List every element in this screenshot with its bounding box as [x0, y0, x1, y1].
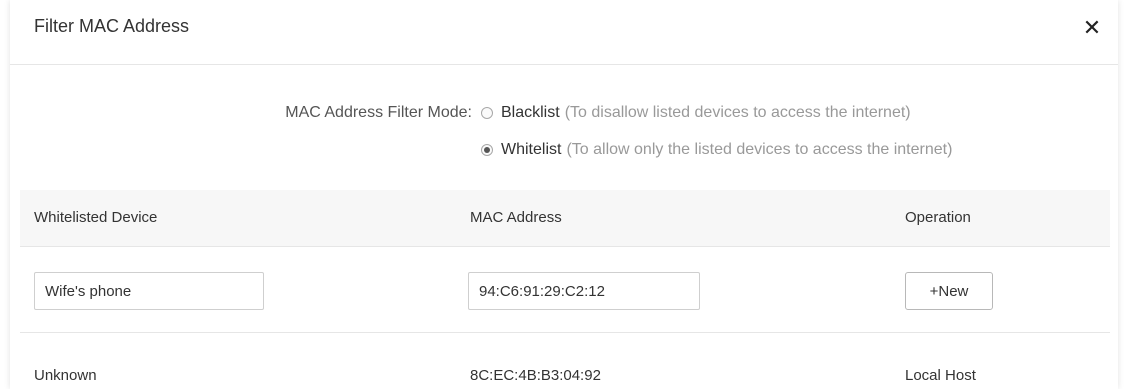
- mac-address-input[interactable]: [468, 272, 700, 310]
- dialog-header: Filter MAC Address ✕: [10, 0, 1118, 65]
- whitelist-description: (To allow only the listed devices to acc…: [566, 141, 953, 158]
- table-header: Whitelisted Device MAC Address Operation: [20, 190, 1110, 247]
- blacklist-description: (To disallow listed devices to access th…: [564, 104, 911, 121]
- blacklist-label[interactable]: Blacklist: [501, 104, 560, 122]
- filter-mode-label: MAC Address Filter Mode:: [285, 104, 472, 121]
- device-name-input[interactable]: [34, 272, 264, 310]
- whitelist-label[interactable]: Whitelist: [501, 141, 561, 159]
- close-icon[interactable]: ✕: [1080, 16, 1104, 40]
- dialog-title: Filter MAC Address: [34, 16, 190, 36]
- column-header-device: Whitelisted Device: [34, 209, 158, 226]
- whitelist-option[interactable]: Whitelist (To allow only the listed devi…: [481, 141, 952, 159]
- blacklist-radio[interactable]: [481, 107, 493, 119]
- row-mac: 8C:EC:4B:B3:04:92: [470, 367, 601, 384]
- row-operation: Local Host: [905, 367, 976, 384]
- row-divider: [20, 332, 1110, 333]
- whitelist-radio[interactable]: [481, 144, 493, 156]
- filter-mac-dialog: Filter MAC Address ✕ MAC Address Filter …: [10, 0, 1118, 389]
- add-new-button[interactable]: +New: [905, 272, 993, 310]
- column-header-operation: Operation: [905, 209, 971, 226]
- column-header-mac: MAC Address: [470, 209, 562, 226]
- row-device: Unknown: [34, 367, 97, 384]
- blacklist-option[interactable]: Blacklist (To disallow listed devices to…: [481, 104, 911, 122]
